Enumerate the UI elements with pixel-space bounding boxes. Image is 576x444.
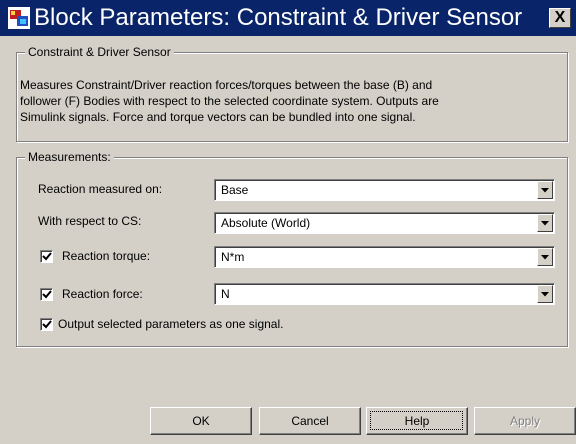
apply-button-label: Apply: [509, 414, 541, 428]
reaction-force-label: Reaction force:: [62, 287, 143, 301]
reaction-torque-units-select[interactable]: N*m: [214, 246, 555, 268]
description-line: Measures Constraint/Driver reaction forc…: [20, 78, 433, 92]
output-one-signal-label: Output selected parameters as one signal…: [58, 317, 284, 331]
chevron-down-icon[interactable]: [537, 248, 553, 266]
reaction-measured-on-value: Base: [221, 183, 249, 197]
reaction-torque-units-value: N*m: [221, 250, 245, 264]
close-icon: X: [554, 9, 566, 26]
reaction-measured-on-select[interactable]: Base: [214, 179, 555, 201]
reaction-force-units-value: N: [221, 287, 230, 301]
simulink-block-icon: [8, 7, 30, 29]
checkmark-icon: [42, 252, 52, 261]
block-description: Measures Constraint/Driver reaction forc…: [20, 77, 550, 125]
checkmark-icon: [42, 320, 52, 329]
output-one-signal-checkbox[interactable]: [40, 318, 53, 331]
help-button[interactable]: Help: [366, 407, 468, 435]
with-respect-to-cs-label: With respect to CS:: [38, 214, 142, 228]
with-respect-to-cs-value: Absolute (World): [221, 216, 311, 230]
reaction-torque-label: Reaction torque:: [62, 249, 151, 263]
chevron-down-icon[interactable]: [537, 214, 553, 232]
chevron-down-icon[interactable]: [537, 181, 553, 199]
description-group-legend: Constraint & Driver Sensor: [25, 45, 174, 59]
description-line: follower (F) Bodies with respect to the …: [20, 94, 439, 108]
reaction-force-checkbox[interactable]: [40, 288, 53, 301]
close-button[interactable]: X: [549, 8, 571, 28]
measurements-group-legend: Measurements:: [25, 150, 114, 164]
cancel-button[interactable]: Cancel: [259, 407, 361, 435]
checkmark-icon: [42, 290, 52, 299]
title-bar[interactable]: Block Parameters: Constraint & Driver Se…: [0, 0, 576, 36]
chevron-down-icon[interactable]: [537, 285, 553, 303]
apply-button[interactable]: Apply: [474, 407, 576, 435]
with-respect-to-cs-select[interactable]: Absolute (World): [214, 212, 555, 234]
reaction-torque-checkbox[interactable]: [40, 250, 53, 263]
ok-button-label: OK: [192, 414, 210, 428]
ok-button[interactable]: OK: [150, 407, 252, 435]
description-line: Simulink signals. Force and torque vecto…: [20, 110, 416, 124]
reaction-measured-on-label: Reaction measured on:: [38, 182, 163, 196]
focus-rectangle: [370, 411, 463, 430]
reaction-force-units-select[interactable]: N: [214, 283, 555, 305]
cancel-button-label: Cancel: [291, 414, 329, 428]
window-title: Block Parameters: Constraint & Driver Se…: [34, 4, 523, 31]
